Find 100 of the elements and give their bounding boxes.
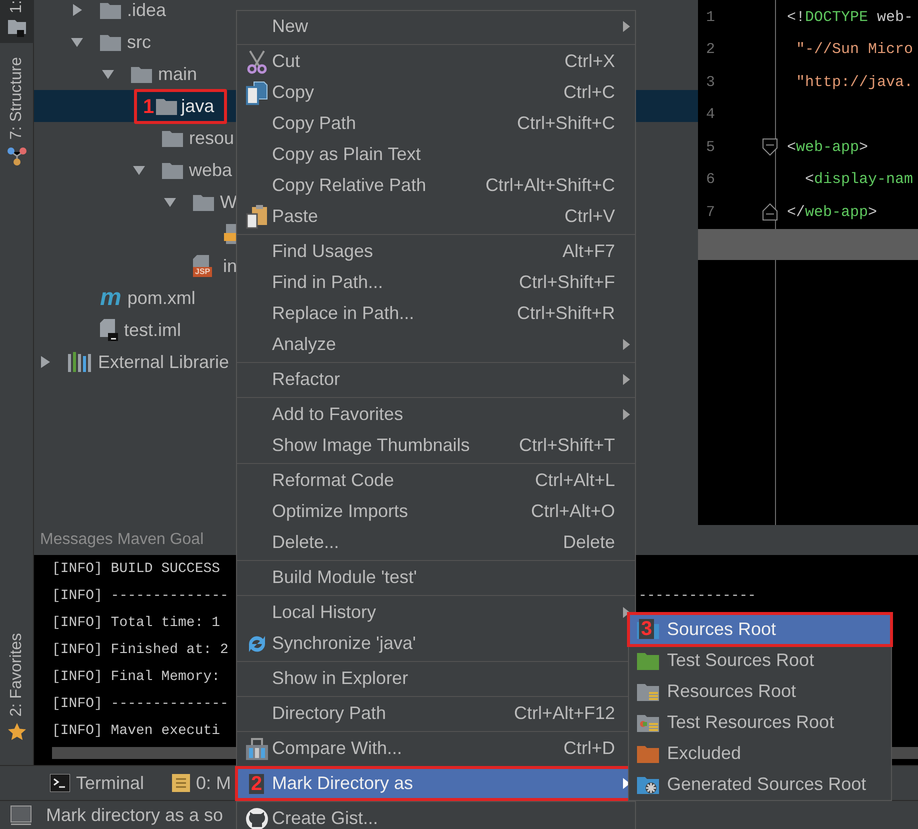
console-line: --------------: [638, 588, 756, 604]
menu-item[interactable]: Cut Ctrl+X: [237, 46, 635, 77]
menu-item[interactable]: Create Gist...: [237, 803, 635, 829]
menu-item[interactable]: Paste Ctrl+V: [237, 201, 635, 232]
scrollbar[interactable]: [698, 228, 918, 260]
expanded-arrow-icon[interactable]: [163, 195, 177, 209]
menu-item[interactable]: Analyze: [237, 329, 635, 360]
messages-icon: [172, 774, 190, 792]
code-line: <web-app>: [787, 138, 868, 156]
folder-icon: [100, 34, 121, 50]
console-line: [INFO] Total time: 1: [52, 614, 220, 630]
console-line: [INFO] --------------: [52, 696, 228, 712]
tree-item-label[interactable]: in: [223, 256, 238, 276]
expanded-arrow-icon[interactable]: [70, 35, 84, 49]
panel-title: Messages Maven Goal: [39, 530, 204, 550]
copy-icon: [246, 80, 268, 104]
shortcut-text: Ctrl+Shift+C: [516, 113, 615, 134]
tree-item-label[interactable]: External Librarie: [98, 352, 230, 372]
console-line: [INFO] Final Memory:: [52, 668, 220, 684]
menu-item[interactable]: Show Image Thumbnails Ctrl+Shift+T: [237, 430, 635, 461]
tool-window-tab[interactable]: 0: M: [170, 768, 238, 798]
code-line: "-//Sun Micro: [795, 41, 914, 58]
tree-item-label[interactable]: resou: [189, 128, 234, 148]
menu-item[interactable]: Copy as Plain Text: [237, 139, 635, 170]
shortcut-text: Ctrl+C: [563, 82, 615, 103]
shortcut-text: Ctrl+Shift+T: [518, 435, 615, 456]
folder-icon: [131, 66, 152, 82]
menu-item[interactable]: Find in Path... Ctrl+Shift+F: [237, 267, 635, 298]
fold-marker-icon[interactable]: [762, 203, 778, 222]
paste-icon: [246, 204, 268, 228]
line-number: 3: [705, 74, 716, 91]
folder-icon: [8, 19, 26, 38]
shortcut-text: Delete: [562, 532, 615, 553]
folder-icon: [162, 130, 183, 146]
tool-window-tab[interactable]: 1:: [0, 0, 34, 44]
tree-item-label[interactable]: W: [220, 192, 237, 212]
collapsed-arrow-icon[interactable]: [70, 3, 84, 17]
compare-icon: [244, 736, 268, 760]
shortcut-text: Ctrl+Alt+F12: [514, 703, 615, 724]
tool-window-tab[interactable]: Terminal: [48, 768, 150, 798]
annotation-number: 1: [143, 96, 154, 116]
shortcut-text: Alt+F7: [562, 241, 615, 262]
line-number: 6: [705, 171, 716, 188]
menu-item[interactable]: Find Usages Alt+F7: [237, 236, 635, 267]
folder-icon: [156, 98, 178, 114]
menu-item[interactable]: Reformat Code Ctrl+Alt+L: [237, 465, 635, 496]
resources-folder-icon: [637, 682, 659, 702]
shortcut-text: Ctrl+Alt+L: [534, 470, 615, 491]
tree-item-label[interactable]: .idea: [127, 0, 166, 20]
menu-item[interactable]: Refactor: [237, 364, 635, 395]
shortcut-text: Ctrl+Shift+R: [516, 303, 615, 324]
tree-item-label[interactable]: weba: [189, 160, 232, 180]
expanded-arrow-icon[interactable]: [101, 67, 115, 81]
generated-folder-icon: [637, 774, 659, 794]
fold-marker-icon[interactable]: [762, 138, 778, 156]
menu-item[interactable]: Copy Relative Path Ctrl+Alt+Shift+C: [237, 170, 635, 201]
code-line: <display-nam: [804, 171, 914, 188]
menu-item[interactable]: Replace in Path... Ctrl+Shift+R: [237, 298, 635, 329]
console-line: [INFO] --------------: [52, 588, 228, 604]
maven-icon: m: [100, 286, 122, 310]
shortcut-text: Ctrl+V: [564, 206, 615, 227]
tool-window-tab[interactable]: 2: Favorites: [0, 633, 34, 747]
menu-item[interactable]: Optimize Imports Ctrl+Alt+O: [237, 496, 635, 527]
folder-icon: [100, 2, 121, 18]
status-message: Mark directory as a so: [46, 804, 224, 826]
tree-item-label[interactable]: test.iml: [124, 320, 182, 340]
annotation-number: 3: [639, 618, 654, 638]
console-line: [INFO] Maven executi: [52, 722, 220, 738]
status-toggle-icon[interactable]: [10, 805, 32, 825]
code-line: "http://java.: [795, 74, 914, 91]
line-number: 2: [705, 41, 716, 58]
library-icon: [68, 352, 92, 372]
terminal-icon: [50, 774, 70, 792]
tree-item-label[interactable]: main: [158, 64, 198, 84]
collapsed-arrow-icon[interactable]: [38, 355, 52, 369]
menu-item[interactable]: Build Module 'test': [237, 562, 635, 593]
folder-icon: [193, 194, 214, 210]
module-file-icon: [100, 319, 118, 341]
test-sources-folder-icon: [637, 650, 659, 670]
code-line: </web-app>: [787, 204, 878, 221]
expanded-arrow-icon[interactable]: [132, 163, 146, 177]
menu-item[interactable]: Copy Ctrl+C: [237, 77, 635, 108]
line-number: 1: [705, 8, 716, 26]
menu-item[interactable]: 3 Sources Root: [629, 614, 891, 645]
tree-item-label[interactable]: pom.xml: [127, 288, 196, 308]
shortcut-text: Ctrl+Alt+Shift+C: [485, 175, 615, 196]
menu-item[interactable]: Add to Favorites: [237, 399, 635, 430]
tool-window-tab[interactable]: 7: Structure: [0, 43, 34, 172]
menu-item[interactable]: New: [237, 11, 635, 42]
shortcut-text: Ctrl+Shift+F: [518, 272, 615, 293]
tree-item-label[interactable]: src: [127, 32, 151, 52]
menu-item[interactable]: Copy Path Ctrl+Shift+C: [237, 108, 635, 139]
line-number: 4: [705, 106, 716, 124]
menu-item[interactable]: Delete... Delete: [237, 527, 635, 558]
tree-item-label[interactable]: java: [181, 96, 214, 116]
star-icon: [8, 723, 26, 741]
test-resources-folder-icon: [637, 712, 659, 732]
folder-icon: [162, 162, 183, 178]
console-line: [INFO] BUILD SUCCESS: [52, 560, 220, 576]
shortcut-text: Ctrl+X: [564, 51, 615, 72]
